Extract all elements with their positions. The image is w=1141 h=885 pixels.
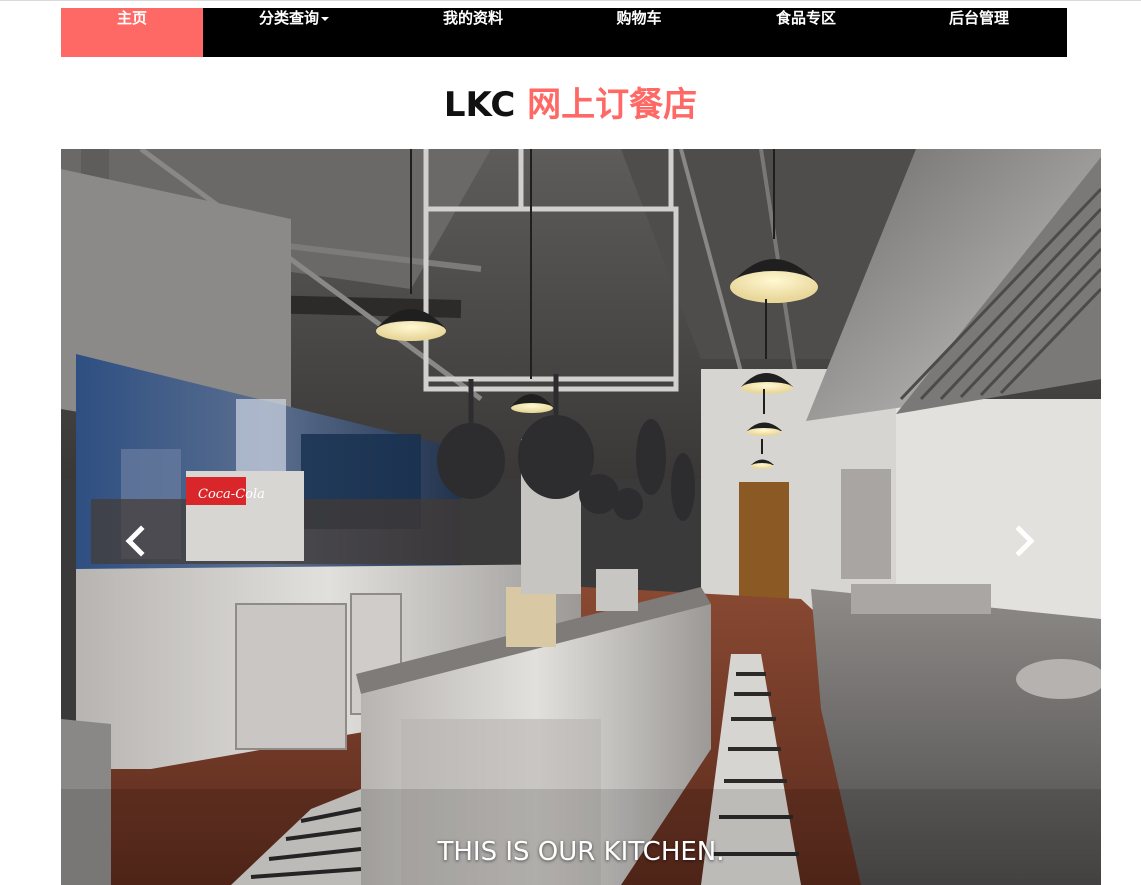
carousel-next-button[interactable] — [1004, 521, 1044, 561]
browser-top-edge — [0, 0, 1141, 8]
nav-food-zone[interactable]: 食品专区 — [756, 8, 856, 57]
page-title: LKC 网上订餐店 — [0, 80, 1141, 130]
nav-admin-label: 后台管理 — [948, 9, 1009, 27]
chevron-right-icon — [1015, 525, 1035, 557]
svg-text:Coca-Cola: Coca-Cola — [198, 487, 265, 502]
nav-home-label: 主页 — [116, 9, 147, 27]
carousel-prev-button[interactable] — [116, 521, 156, 561]
main-navbar: 主页 分类查询 我的资料 购物车 食品专区 后台管理 — [61, 8, 1067, 57]
kitchen-photo: Coca-Cola — [61, 149, 1101, 885]
nav-category-dropdown[interactable]: 分类查询 — [241, 8, 347, 57]
nav-cart[interactable]: 购物车 — [591, 8, 687, 57]
brand-subtitle: 网上订餐店 — [527, 85, 698, 125]
nav-admin[interactable]: 后台管理 — [929, 8, 1029, 57]
nav-home[interactable]: 主页 — [61, 8, 203, 57]
caret-down-icon — [321, 16, 329, 21]
nav-category-label: 分类查询 — [258, 9, 319, 27]
nav-my-profile[interactable]: 我的资料 — [421, 8, 525, 57]
brand-name: LKC — [443, 85, 516, 125]
chevron-left-icon — [125, 525, 145, 557]
carousel-caption: THIS IS OUR KITCHEN. — [437, 837, 725, 867]
nav-cart-label: 购物车 — [616, 9, 662, 27]
image-carousel[interactable]: Coca-Cola THIS IS OUR KITCHEN. — [61, 149, 1101, 885]
nav-my-profile-label: 我的资料 — [442, 9, 503, 27]
nav-food-zone-label: 食品专区 — [775, 9, 836, 27]
